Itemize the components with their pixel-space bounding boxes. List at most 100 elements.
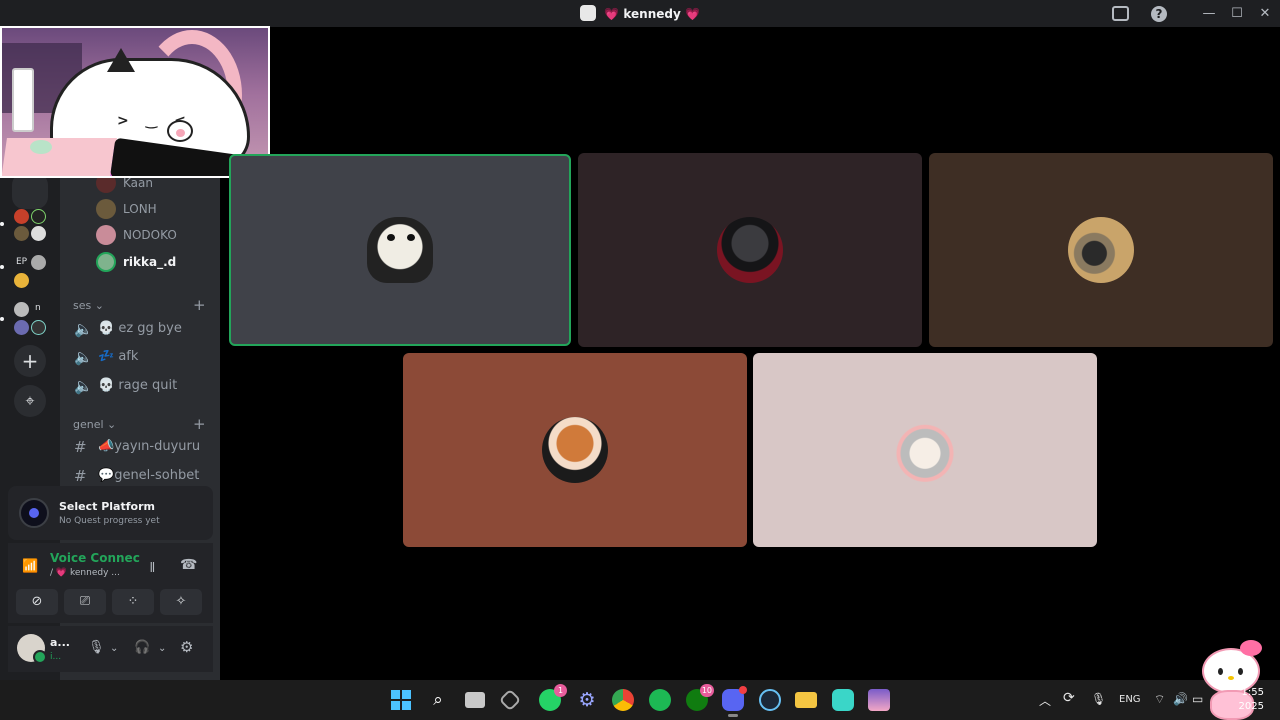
channel-emoji: 💀	[98, 378, 115, 393]
member-name: Kaan	[123, 176, 153, 190]
server-icon	[31, 320, 46, 335]
participant-avatar	[367, 217, 433, 283]
participant-avatar	[892, 417, 958, 483]
unread-indicator	[0, 222, 4, 226]
discord-icon[interactable]	[722, 686, 747, 717]
notification-badge: 10	[699, 684, 714, 697]
server-icon	[14, 302, 29, 317]
minimize-button[interactable]: —	[1200, 5, 1218, 23]
channel-emoji: 💤	[98, 349, 115, 364]
quest-card[interactable]: Select Platform No Quest progress yet	[8, 486, 213, 540]
speaker-icon: 🔈	[74, 377, 93, 395]
add-server-button[interactable]: +	[14, 345, 46, 377]
title-bar: 💗 kennedy 💗 ? — ☐ ✕	[0, 0, 1280, 27]
disconnect-icon[interactable]: ☎	[180, 557, 197, 573]
preview-cat-ear	[107, 48, 135, 72]
avatar[interactable]	[17, 634, 47, 664]
clock[interactable]: 1:55 2025	[1238, 686, 1264, 714]
text-channel[interactable]: # 📣yayın-duyuru	[74, 436, 220, 460]
xbox-icon[interactable]: 10	[686, 684, 714, 711]
volume-icon[interactable]: 🔊	[1173, 692, 1188, 706]
member-name: LONH	[123, 202, 157, 216]
inbox-icon[interactable]	[1112, 6, 1129, 21]
whatsapp-icon[interactable]: 1	[539, 684, 567, 711]
wifi-icon[interactable]: ⌔	[1154, 692, 1165, 707]
preview-cat-paw	[167, 120, 193, 142]
voice-status[interactable]: Voice Connected	[50, 551, 140, 565]
signal-icon[interactable]: 📶	[22, 559, 38, 574]
heart-icon: 💗	[604, 7, 620, 21]
discover-icon[interactable]: ⌖	[14, 385, 46, 417]
participant-tile[interactable]	[929, 153, 1273, 347]
preview-mouse	[30, 140, 52, 154]
microphone-icon[interactable]: 🎙	[88, 640, 105, 655]
server-folder[interactable]: EP	[12, 254, 48, 290]
task-view-icon[interactable]	[465, 692, 485, 708]
voice-channel-info[interactable]: / 💗 kennedy ...	[50, 568, 120, 578]
sync-icon[interactable]: ⟳	[1063, 690, 1075, 706]
microphone-icon[interactable]: 🎙	[1091, 692, 1106, 706]
username[interactable]: a...	[50, 636, 70, 649]
app-icon[interactable]	[832, 689, 854, 711]
channel-name: rage quit	[118, 378, 178, 393]
category-header[interactable]: genel ⌄ +	[73, 415, 206, 433]
search-icon[interactable]: ⌕	[427, 689, 449, 711]
voice-panel: 📶 Voice Connected / 💗 kennedy ... 𝍪 ☎ ⊘ …	[8, 543, 213, 623]
server-icon	[14, 320, 29, 335]
windows-icon	[391, 690, 411, 710]
noise-suppression-icon[interactable]: 𝍪	[150, 557, 155, 581]
channel-name: genel-sohbet	[114, 468, 200, 483]
channel-name: yayın-duyuru	[114, 439, 201, 454]
chevron-up-icon[interactable]: ︿	[1039, 692, 1051, 709]
steam-icon[interactable]	[759, 689, 781, 711]
voice-channel[interactable]: 🔈 💀 ez gg bye	[74, 318, 220, 342]
add-channel-button[interactable]: +	[193, 296, 206, 314]
chevron-down-icon[interactable]: ⌄	[110, 643, 118, 654]
spotify-icon[interactable]	[649, 689, 671, 711]
participant-tile[interactable]	[403, 353, 747, 547]
heart-icon: 💗	[685, 7, 700, 21]
activities-button[interactable]: ⁘	[112, 589, 154, 615]
kitty-nose	[1228, 676, 1234, 680]
screen-share-button[interactable]: ⎚	[64, 589, 106, 615]
maximize-button[interactable]: ☐	[1228, 5, 1246, 23]
headphones-icon[interactable]: 🎧	[134, 640, 150, 655]
close-button[interactable]: ✕	[1256, 5, 1274, 23]
folder-label: EP	[16, 257, 28, 267]
add-channel-button[interactable]: +	[193, 415, 206, 433]
participant-tile[interactable]	[229, 154, 571, 346]
language-indicator[interactable]: ENG	[1119, 694, 1141, 705]
participant-tile[interactable]	[578, 153, 922, 347]
widgets-icon[interactable]	[498, 688, 522, 712]
camera-button[interactable]: ⊘	[16, 589, 58, 615]
chevron-down-icon: ⌄	[91, 299, 104, 312]
server-folder[interactable]	[12, 207, 48, 243]
server-icon	[14, 209, 29, 224]
quest-subtitle: No Quest progress yet	[59, 516, 160, 526]
kitty-eye	[1218, 668, 1223, 675]
window-title-text: kennedy	[623, 7, 681, 21]
settings-gear-icon[interactable]: ⚙	[576, 689, 598, 711]
soundboard-button[interactable]: ✧	[160, 589, 202, 615]
hash-icon: #	[74, 438, 87, 456]
chrome-icon[interactable]	[612, 689, 634, 711]
server-folder[interactable]: n	[12, 301, 48, 337]
quest-icon	[19, 498, 49, 528]
category-header[interactable]: ses ⌄ +	[73, 296, 206, 314]
channel-name: afk	[118, 349, 139, 364]
kitty-bow	[1240, 640, 1262, 656]
voice-channel[interactable]: 🔈 💤 afk	[74, 346, 220, 370]
start-button[interactable]	[390, 689, 412, 711]
voice-channel[interactable]: 🔈 💀 rage quit	[74, 375, 220, 399]
file-explorer-icon[interactable]	[795, 692, 817, 708]
user-panel: a... i... 🎙 ⌄ 🎧 ⌄ ⚙	[8, 626, 213, 672]
participant-tile[interactable]	[753, 353, 1097, 547]
speaker-icon: 🔈	[74, 320, 93, 338]
app-icon[interactable]	[868, 689, 890, 711]
channel-emoji: 📣	[98, 439, 115, 454]
server-icon[interactable]	[12, 173, 48, 209]
settings-gear-icon[interactable]: ⚙	[180, 638, 193, 656]
chevron-down-icon[interactable]: ⌄	[158, 643, 166, 654]
help-icon[interactable]: ?	[1151, 6, 1167, 22]
avatar-eye	[407, 234, 415, 241]
